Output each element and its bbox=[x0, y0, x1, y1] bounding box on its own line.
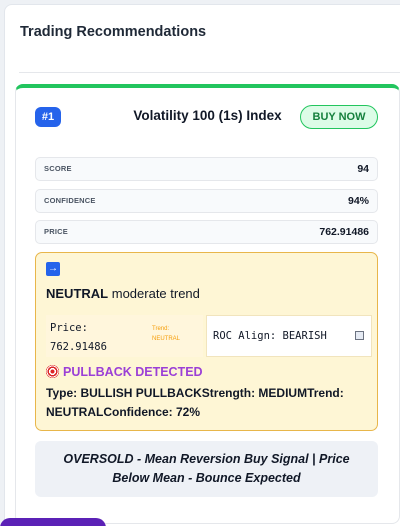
trend-price-box: Price: 762.91486 Trend: NEUTRAL bbox=[46, 315, 203, 357]
signal-text: OVERSOLD - Mean Reversion Buy Signal | P… bbox=[63, 452, 350, 485]
score-value: 94 bbox=[357, 163, 369, 175]
signal-box: OVERSOLD - Mean Reversion Buy Signal | P… bbox=[35, 441, 378, 497]
confidence-row: CONFIDENCE 94% bbox=[35, 189, 378, 213]
pullback-heading: PULLBACK DETECTED bbox=[46, 365, 203, 379]
buy-now-button[interactable]: BUY NOW bbox=[300, 105, 378, 129]
bottom-pill-button[interactable] bbox=[0, 518, 106, 526]
score-row: SCORE 94 bbox=[35, 157, 378, 181]
price-label: PRICE bbox=[44, 227, 68, 236]
chart-image-icon bbox=[355, 331, 364, 340]
trend-price-value: 762.91486 bbox=[50, 341, 107, 353]
panel-divider bbox=[19, 72, 400, 73]
pullback-title: PULLBACK DETECTED bbox=[63, 365, 203, 379]
trend-summary: NEUTRAL moderate trend bbox=[46, 286, 200, 301]
recommendation-card[interactable]: #1 Volatility 100 (1s) Index BUY NOW SCO… bbox=[15, 84, 400, 524]
confidence-value: 94% bbox=[347, 195, 369, 207]
mini-trend: Trend: NEUTRAL bbox=[152, 324, 202, 344]
roc-align-box: ROC Align: BEARISH bbox=[206, 315, 372, 357]
trend-price-label: Price: bbox=[50, 322, 88, 334]
trend-price: Price: 762.91486 bbox=[50, 319, 140, 357]
trend-label: NEUTRAL bbox=[46, 286, 109, 301]
pullback-details: Type: BULLISH PULLBACKStrength: MEDIUMTr… bbox=[46, 386, 344, 419]
price-value: 762.91486 bbox=[319, 226, 369, 238]
confidence-label: CONFIDENCE bbox=[44, 196, 96, 205]
trend-strength: moderate trend bbox=[111, 286, 200, 301]
mini-trend-label: Trend: bbox=[152, 326, 170, 332]
mini-trend-value: NEUTRAL bbox=[152, 336, 181, 342]
trend-analysis-box: → NEUTRAL moderate trend Price: 762.9148… bbox=[35, 252, 378, 431]
target-icon bbox=[46, 365, 59, 378]
price-row: PRICE 762.91486 bbox=[35, 220, 378, 244]
right-arrow-icon: → bbox=[46, 262, 60, 276]
score-label: SCORE bbox=[44, 164, 72, 173]
panel-title: Trading Recommendations bbox=[20, 24, 207, 40]
roc-align-text: ROC Align: BEARISH bbox=[213, 330, 327, 342]
